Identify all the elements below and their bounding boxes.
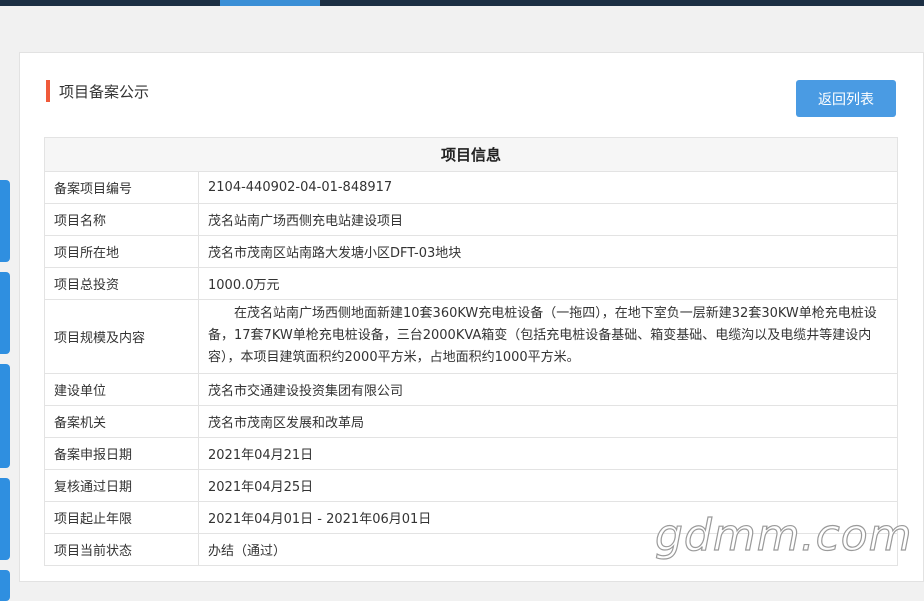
top-nav-bar	[0, 0, 924, 6]
table-row: 项目所在地 茂名市茂南区站南路大发塘小区DFT-03地块	[44, 235, 898, 268]
table-heading-row: 项目信息	[44, 137, 898, 172]
row-value: 2021年04月21日	[198, 437, 898, 470]
row-label: 项目总投资	[44, 267, 199, 300]
row-label: 备案申报日期	[44, 437, 199, 470]
side-tab-1[interactable]	[0, 180, 10, 262]
row-value: 茂名市茂南区发展和改革局	[198, 405, 898, 438]
section-title: 项目备案公示	[46, 80, 149, 102]
side-tab-3[interactable]	[0, 364, 10, 468]
row-label: 备案机关	[44, 405, 199, 438]
row-value: 1000.0万元	[198, 267, 898, 300]
row-label: 项目当前状态	[44, 533, 199, 566]
side-tab-4[interactable]	[0, 478, 10, 560]
back-to-list-button[interactable]: 返回列表	[796, 80, 896, 117]
row-label: 复核通过日期	[44, 469, 199, 502]
content-card: 项目备案公示 返回列表 项目信息 备案项目编号 2104-440902-04-0…	[19, 52, 924, 582]
title-accent-bar	[46, 80, 50, 102]
project-info-table: 项目信息 备案项目编号 2104-440902-04-01-848917 项目名…	[44, 137, 898, 566]
table-row: 备案申报日期 2021年04月21日	[44, 437, 898, 470]
row-label: 项目名称	[44, 203, 199, 236]
row-label: 备案项目编号	[44, 171, 199, 204]
row-value: 茂名市茂南区站南路大发塘小区DFT-03地块	[198, 235, 898, 268]
row-value: 茂名站南广场西侧充电站建设项目	[198, 203, 898, 236]
row-label: 项目所在地	[44, 235, 199, 268]
row-label: 项目起止年限	[44, 501, 199, 534]
table-row: 建设单位 茂名市交通建设投资集团有限公司	[44, 373, 898, 406]
row-label: 项目规模及内容	[44, 299, 199, 374]
active-nav-indicator	[220, 0, 320, 6]
row-value: 2104-440902-04-01-848917	[198, 171, 898, 204]
row-value-multiline: 在茂名站南广场西侧地面新建10套360KW充电桩设备（一拖四），在地下室负一层新…	[198, 299, 898, 374]
scope-text: 在茂名站南广场西侧地面新建10套360KW充电桩设备（一拖四），在地下室负一层新…	[208, 306, 877, 365]
row-value: 茂名市交通建设投资集团有限公司	[198, 373, 898, 406]
watermark-logo: gdmm.com	[654, 509, 913, 561]
row-label: 建设单位	[44, 373, 199, 406]
table-row: 复核通过日期 2021年04月25日	[44, 469, 898, 502]
table-heading: 项目信息	[44, 137, 898, 172]
table-row: 项目名称 茂名站南广场西侧充电站建设项目	[44, 203, 898, 236]
page-title: 项目备案公示	[59, 82, 150, 101]
table-row: 备案机关 茂名市茂南区发展和改革局	[44, 405, 898, 438]
table-row: 项目总投资 1000.0万元	[44, 267, 898, 300]
side-tab-5[interactable]	[0, 570, 10, 601]
table-row: 项目规模及内容 在茂名站南广场西侧地面新建10套360KW充电桩设备（一拖四），…	[44, 299, 898, 374]
side-tab-2[interactable]	[0, 272, 10, 354]
table-row: 备案项目编号 2104-440902-04-01-848917	[44, 171, 898, 204]
row-value: 2021年04月25日	[198, 469, 898, 502]
